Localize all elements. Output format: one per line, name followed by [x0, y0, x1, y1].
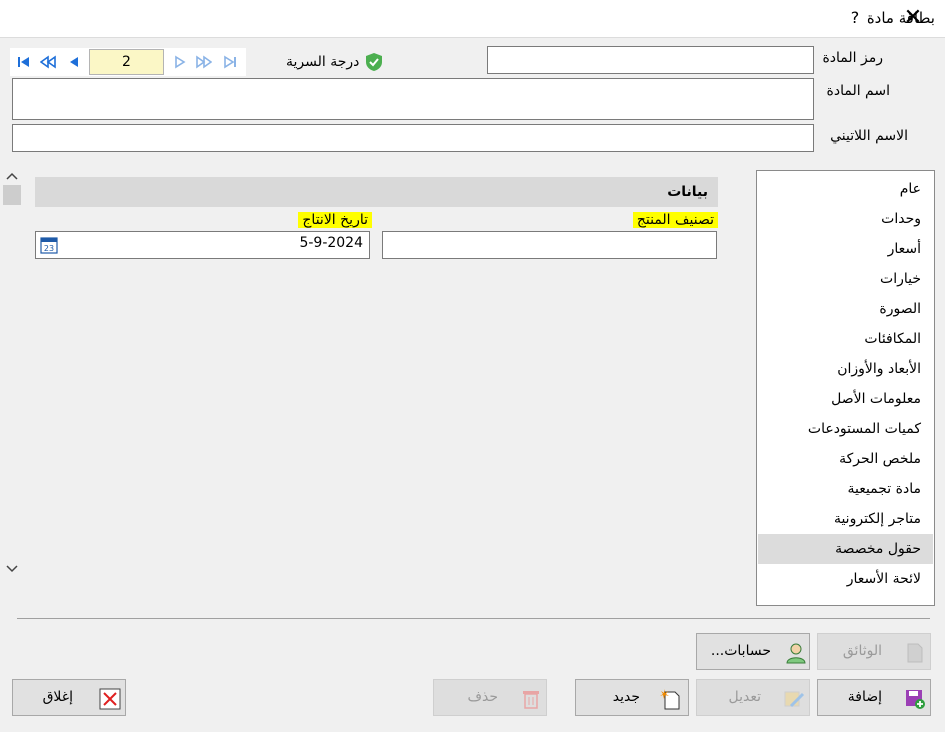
- product-class-label: تصنيف المنتج: [632, 212, 718, 228]
- sidebar-item-assembly[interactable]: مادة تجميعية: [758, 474, 933, 504]
- vertical-scrollbar[interactable]: [2, 165, 22, 580]
- sidebar-item-warehouse-quantities[interactable]: كميات المستودعات: [758, 414, 933, 444]
- trash-icon: [523, 691, 539, 709]
- sidebar-item-online-stores[interactable]: متاجر إلكترونية: [758, 504, 933, 534]
- item-name-input[interactable]: [12, 78, 814, 120]
- sidebar-item-units[interactable]: وحدات: [758, 204, 933, 234]
- item-name-label: اسم المادة: [826, 83, 890, 99]
- item-code-input[interactable]: [487, 46, 814, 74]
- sidebar-item-prices[interactable]: أسعار: [758, 234, 933, 264]
- previous-record-icon[interactable]: [66, 54, 82, 70]
- first-record-icon[interactable]: [16, 54, 32, 70]
- security-label: درجة السرية: [286, 54, 360, 70]
- sidebar-item-origin[interactable]: معلومات الأصل: [758, 384, 933, 414]
- latin-name-input[interactable]: [12, 124, 814, 152]
- sidebar-item-price-list[interactable]: لائحة الأسعار: [758, 564, 933, 594]
- scroll-down-icon[interactable]: [6, 564, 18, 574]
- svg-text:23: 23: [44, 244, 54, 253]
- sidebar-item-dimensions[interactable]: الأبعاد والأوزان: [758, 354, 933, 384]
- close-dialog-button[interactable]: إغلاق: [12, 679, 126, 716]
- page-number-input[interactable]: 2: [89, 49, 164, 75]
- scroll-thumb[interactable]: [3, 185, 21, 205]
- accounts-button[interactable]: حسابات...: [696, 633, 810, 670]
- new-button[interactable]: جديد: [575, 679, 689, 716]
- delete-button[interactable]: حذف: [433, 679, 547, 716]
- help-button[interactable]: ?: [843, 8, 867, 30]
- sidebar-item-image[interactable]: الصورة: [758, 294, 933, 324]
- edit-icon: [784, 691, 805, 708]
- category-list: عام وحدات أسعار خيارات الصورة المكافئات …: [756, 170, 935, 606]
- latin-name-label: الاسم اللاتيني: [830, 128, 908, 144]
- shield-check-icon: [366, 53, 382, 71]
- production-date-value: 5-9-2024: [299, 235, 363, 251]
- close-window-button[interactable]: ✕: [900, 6, 926, 32]
- sidebar-item-options[interactable]: خيارات: [758, 264, 933, 294]
- sidebar-item-equivalents[interactable]: المكافئات: [758, 324, 933, 354]
- close-icon: [99, 688, 121, 710]
- production-date-input[interactable]: 23 5-9-2024: [35, 231, 370, 259]
- item-code-label: رمز المادة: [822, 50, 883, 66]
- user-icon: [786, 643, 806, 664]
- calendar-icon[interactable]: 23: [40, 236, 58, 254]
- save-add-icon: [906, 690, 925, 709]
- document-icon: [907, 643, 923, 663]
- scroll-up-icon[interactable]: [6, 171, 18, 181]
- next-record-icon[interactable]: [172, 54, 188, 70]
- section-header: بيانات: [35, 177, 718, 207]
- documents-button[interactable]: الوثائق: [817, 633, 931, 670]
- sidebar-item-movement-summary[interactable]: ملخص الحركة: [758, 444, 933, 474]
- fast-forward-icon[interactable]: [196, 54, 212, 70]
- new-document-icon: [660, 689, 680, 710]
- divider: [17, 618, 930, 619]
- edit-button[interactable]: تعديل: [696, 679, 810, 716]
- add-button[interactable]: إضافة: [817, 679, 931, 716]
- last-record-icon[interactable]: [222, 54, 238, 70]
- product-class-input[interactable]: [382, 231, 717, 259]
- sidebar-item-custom-fields[interactable]: حقول مخصصة: [758, 534, 933, 564]
- production-date-label: تاريخ الانتاج: [298, 212, 372, 228]
- title-bar: بطاقة مادة ? ✕: [0, 0, 945, 38]
- rewind-icon[interactable]: [40, 54, 56, 70]
- sidebar-item-general[interactable]: عام: [758, 174, 933, 204]
